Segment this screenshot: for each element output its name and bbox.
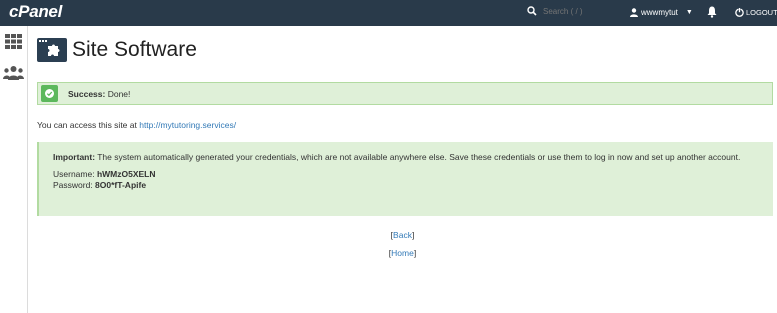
checkmark-icon [41, 85, 58, 102]
important-message: Important: The system automatically gene… [53, 152, 759, 163]
logout-icon [735, 8, 744, 17]
username-label: Username: [53, 169, 97, 179]
home-link[interactable]: Home [391, 248, 414, 258]
search-input[interactable] [543, 7, 623, 16]
bell-icon[interactable] [707, 6, 717, 18]
home-link-row: [Home] [388, 248, 417, 258]
success-alert: Success: Done! [37, 82, 773, 105]
grid-icon[interactable] [5, 34, 22, 49]
site-url-link[interactable]: http://mytutoring.services/ [139, 120, 236, 130]
logout-label: LOGOUT [746, 8, 777, 17]
important-text: The system automatically generated your … [95, 152, 741, 162]
users-icon[interactable] [3, 66, 24, 80]
important-label: Important: [53, 152, 96, 162]
back-link-row: [Back] [390, 230, 415, 240]
username-row: Username: hWMzO5XELN [53, 169, 759, 180]
success-message: Success: Done! [68, 89, 130, 99]
search-icon[interactable] [527, 6, 537, 16]
password-value: 8O0*fT-Apife [95, 180, 147, 190]
site-software-icon [37, 38, 67, 62]
back-link[interactable]: Back [393, 230, 412, 240]
username: wwwmytut [641, 8, 678, 17]
user-icon [630, 8, 638, 17]
user-menu[interactable]: wwwmytut ▼ [630, 8, 693, 17]
credentials-notice: Important: The system automatically gene… [37, 142, 773, 216]
password-label: Password: [53, 180, 96, 190]
caret-down-icon: ▼ [685, 9, 693, 16]
password-row: Password: 8O0*fT-Apife [53, 180, 759, 191]
main-content: Site Software Success: Done! You can acc… [28, 26, 777, 313]
access-text: You can access this site at http://mytut… [37, 120, 236, 130]
sidebar [0, 26, 28, 313]
top-bar: cPanel wwwmytut ▼ LOGOUT [0, 0, 777, 26]
access-prefix: You can access this site at [37, 120, 140, 130]
cpanel-logo[interactable]: cPanel [9, 2, 62, 22]
logout-button[interactable]: LOGOUT [735, 8, 777, 17]
success-label: Success: [68, 88, 106, 99]
success-text: Done! [105, 88, 131, 99]
page-title: Site Software [72, 38, 197, 61]
username-value: hWMzO5XELN [96, 169, 156, 179]
